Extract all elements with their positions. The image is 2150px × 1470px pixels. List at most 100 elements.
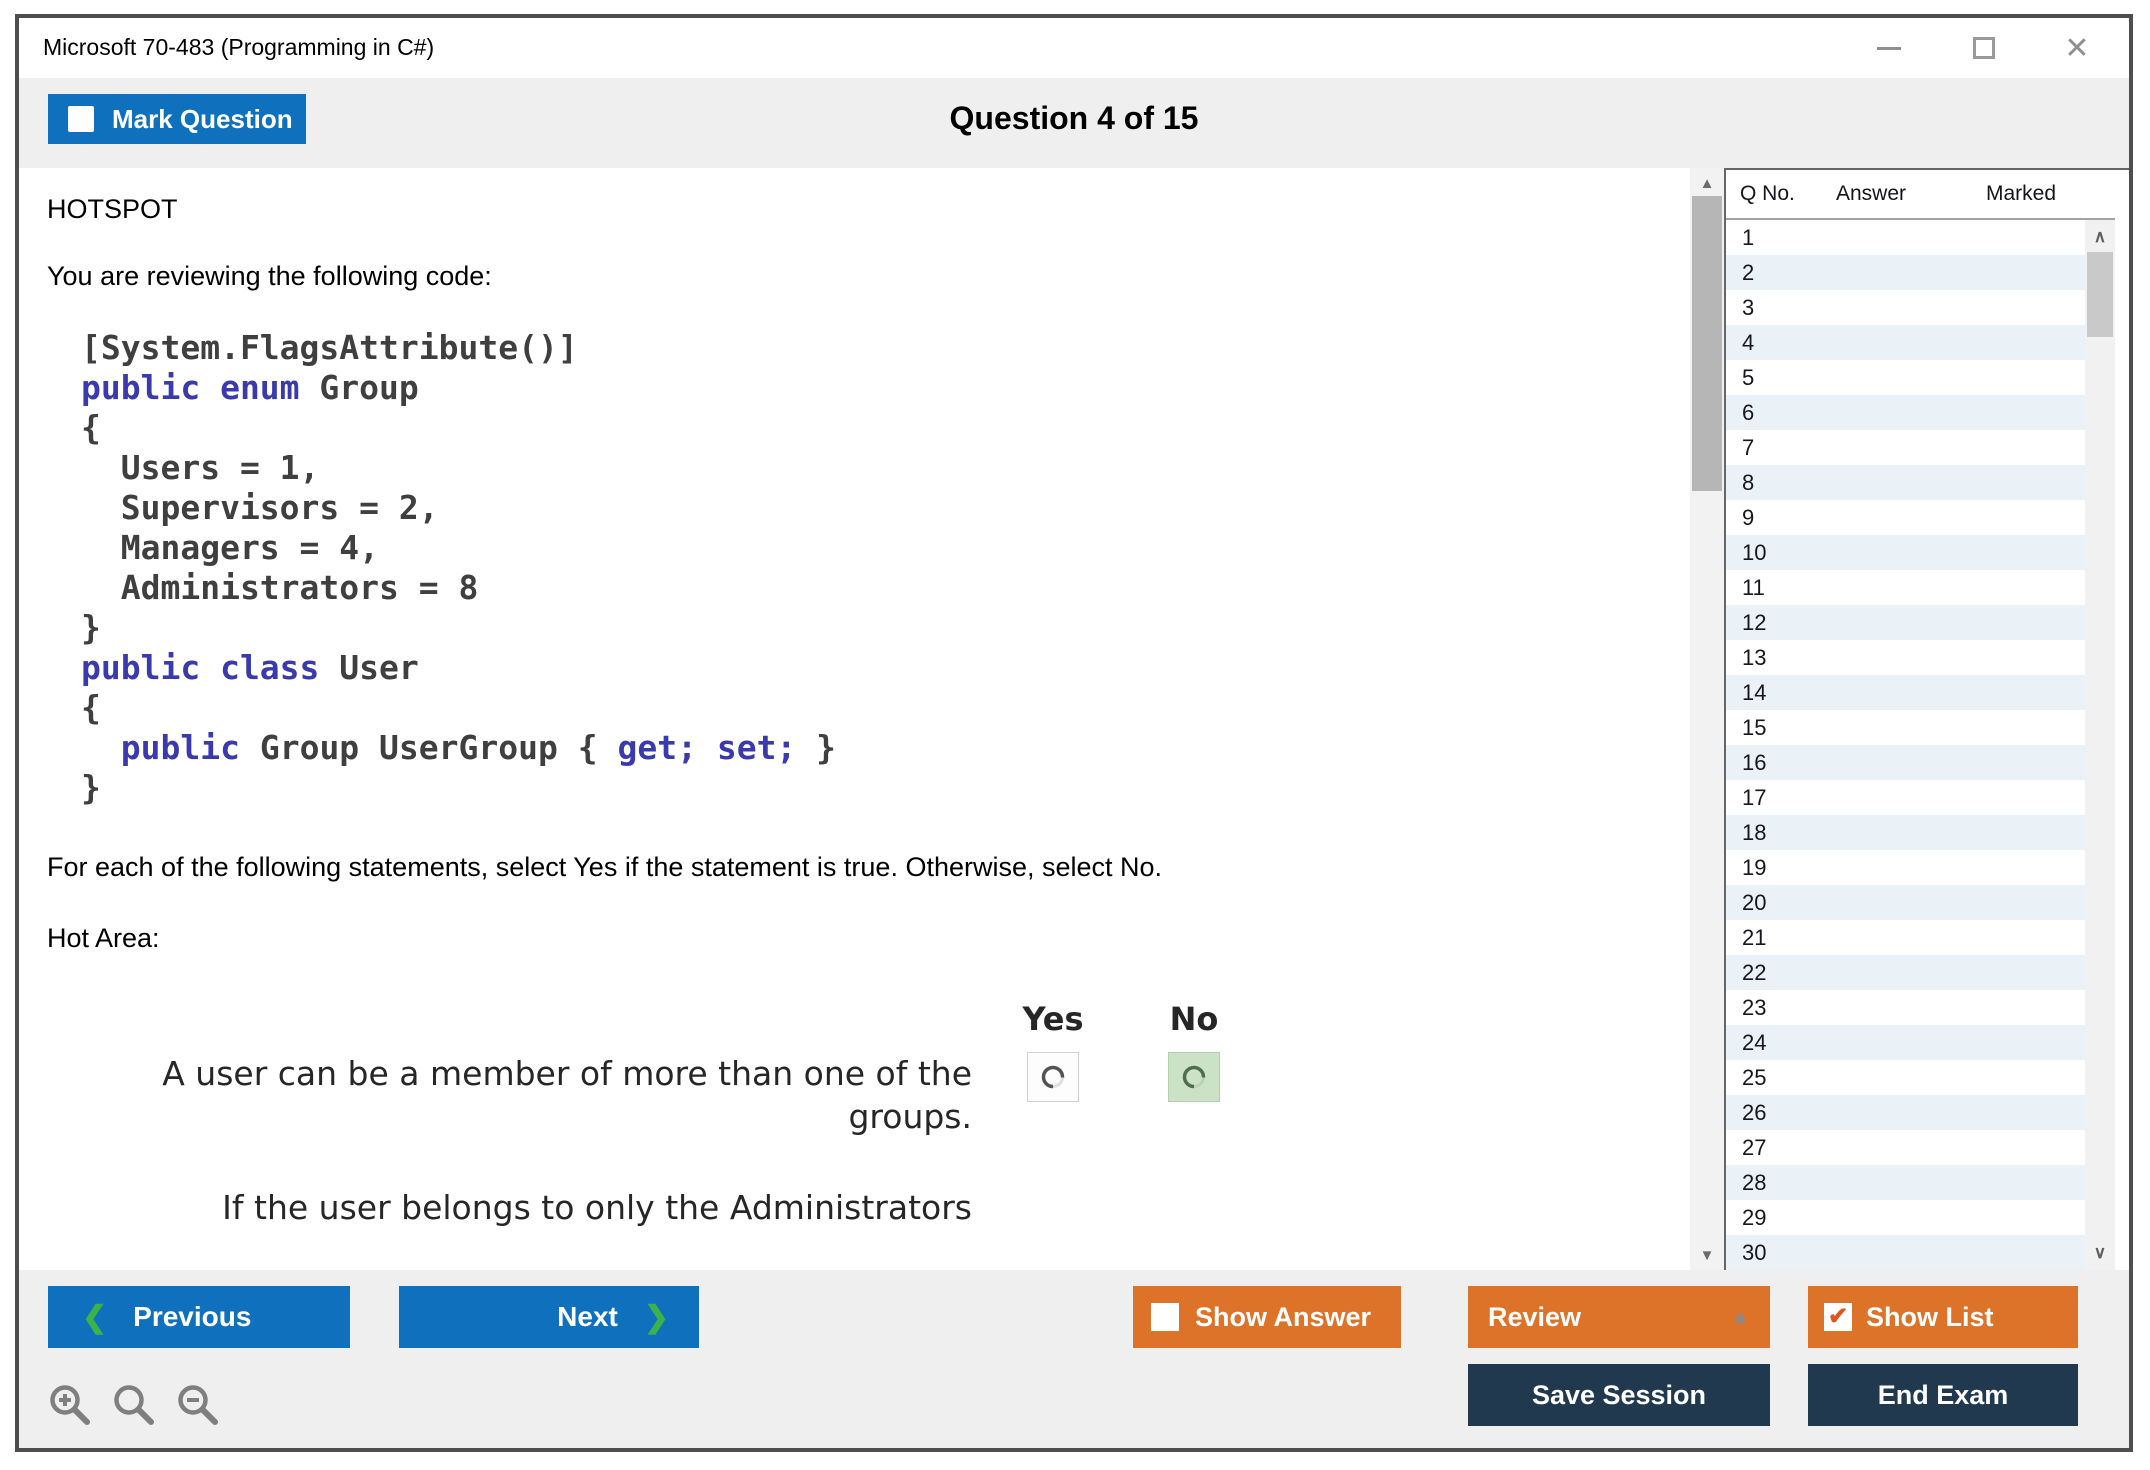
minimize-button[interactable]: [1859, 18, 1919, 78]
question-number: 1: [1726, 225, 1836, 251]
question-number: 19: [1726, 855, 1836, 881]
question-number: 25: [1726, 1065, 1836, 1091]
main-scrollbar[interactable]: ▲ ▼: [1690, 168, 1724, 1270]
hot-area-statement-2: If the user belongs to only the Administ…: [47, 1188, 982, 1227]
question-row[interactable]: 26: [1726, 1095, 2085, 1130]
column-header-answer: Answer: [1836, 182, 1986, 206]
question-number: 21: [1726, 925, 1836, 951]
question-rows: 1234567891011121314151617181920212223242…: [1726, 220, 2085, 1270]
no-radio[interactable]: [1168, 1052, 1220, 1102]
question-row[interactable]: 15: [1726, 710, 2085, 745]
zoom-toolbar: [47, 1382, 223, 1430]
next-label: Next: [557, 1301, 618, 1333]
hot-area-label: Hot Area:: [47, 923, 1690, 954]
question-row[interactable]: 4: [1726, 325, 2085, 360]
question-row[interactable]: 13: [1726, 640, 2085, 675]
show-list-button[interactable]: ✔ Show List: [1808, 1286, 2078, 1348]
question-row[interactable]: 27: [1726, 1130, 2085, 1165]
question-number: 10: [1726, 540, 1836, 566]
question-number: 24: [1726, 1030, 1836, 1056]
question-number: 23: [1726, 995, 1836, 1021]
chevron-right-icon: ❯: [644, 1300, 669, 1335]
mark-question-button[interactable]: Mark Question: [48, 94, 306, 144]
show-answer-label: Show Answer: [1195, 1302, 1371, 1333]
question-row[interactable]: 14: [1726, 675, 2085, 710]
code-line: }: [81, 608, 1690, 648]
end-exam-button[interactable]: End Exam: [1808, 1364, 2078, 1426]
question-row[interactable]: 10: [1726, 535, 2085, 570]
footer-bar: ❮ Previous Next ❯ Show Answer Review ▲ ✔…: [19, 1270, 2129, 1448]
column-header-marked: Marked: [1986, 182, 2115, 206]
maximize-button[interactable]: [1954, 18, 2014, 78]
close-button[interactable]: ✕: [2047, 18, 2107, 78]
question-number: 3: [1726, 295, 1836, 321]
question-row[interactable]: 21: [1726, 920, 2085, 955]
main-scrollbar-thumb[interactable]: [1692, 196, 1722, 491]
review-label: Review: [1488, 1302, 1581, 1333]
show-list-checkbox-icon[interactable]: ✔: [1824, 1303, 1852, 1331]
question-row[interactable]: 1: [1726, 220, 2085, 255]
question-row[interactable]: 7: [1726, 430, 2085, 465]
question-number: 26: [1726, 1100, 1836, 1126]
question-number: 27: [1726, 1135, 1836, 1161]
next-button[interactable]: Next ❯: [399, 1286, 699, 1348]
close-icon: ✕: [2064, 31, 2089, 66]
zoom-reset-icon[interactable]: [111, 1382, 159, 1430]
zoom-in-icon[interactable]: [47, 1382, 95, 1430]
minimize-icon: [1877, 47, 1901, 50]
question-row[interactable]: 22: [1726, 955, 2085, 990]
question-row[interactable]: 18: [1726, 815, 2085, 850]
question-row[interactable]: 29: [1726, 1200, 2085, 1235]
question-row[interactable]: 24: [1726, 1025, 2085, 1060]
question-row[interactable]: 12: [1726, 605, 2085, 640]
question-number: 22: [1726, 960, 1836, 986]
code-line: {: [81, 688, 1690, 728]
question-pane: HOTSPOT You are reviewing the following …: [19, 168, 1690, 1270]
hot-area: Yes No A user can be a member of more th…: [47, 1000, 1690, 1138]
question-number: 14: [1726, 680, 1836, 706]
question-row[interactable]: 16: [1726, 745, 2085, 780]
question-list-scrollbar[interactable]: ∧ ∨: [2085, 220, 2115, 1270]
question-row[interactable]: 19: [1726, 850, 2085, 885]
question-row[interactable]: 17: [1726, 780, 2085, 815]
question-row[interactable]: 28: [1726, 1165, 2085, 1200]
question-row[interactable]: 5: [1726, 360, 2085, 395]
code-line: [System.FlagsAttribute()]: [81, 328, 1690, 368]
question-row[interactable]: 11: [1726, 570, 2085, 605]
scroll-up-icon[interactable]: ▲: [1690, 170, 1724, 196]
question-row[interactable]: 25: [1726, 1060, 2085, 1095]
question-row[interactable]: 2: [1726, 255, 2085, 290]
code-line: Administrators = 8: [81, 568, 1690, 608]
question-number: 16: [1726, 750, 1836, 776]
list-scroll-down-icon[interactable]: ∨: [2085, 1240, 2115, 1266]
code-line: Users = 1,: [81, 448, 1690, 488]
review-button[interactable]: Review ▲: [1468, 1286, 1770, 1348]
code-line: {: [81, 408, 1690, 448]
zoom-out-icon[interactable]: [175, 1382, 223, 1430]
question-list-scrollbar-thumb[interactable]: [2087, 252, 2113, 337]
question-row[interactable]: 9: [1726, 500, 2085, 535]
header-bar: Mark Question Question 4 of 15: [19, 78, 2129, 168]
caret-up-icon: ▲: [1730, 1306, 1750, 1329]
question-number: 20: [1726, 890, 1836, 916]
question-row[interactable]: 6: [1726, 395, 2085, 430]
list-scroll-up-icon[interactable]: ∧: [2085, 224, 2115, 250]
scroll-down-icon[interactable]: ▼: [1690, 1242, 1724, 1268]
previous-button[interactable]: ❮ Previous: [48, 1286, 350, 1348]
question-row[interactable]: 23: [1726, 990, 2085, 1025]
question-row[interactable]: 3: [1726, 290, 2085, 325]
show-answer-checkbox-icon[interactable]: [1151, 1303, 1179, 1331]
code-line: public class User: [81, 648, 1690, 688]
show-answer-button[interactable]: Show Answer: [1133, 1286, 1401, 1348]
app-window: Microsoft 70-483 (Programming in C#) ✕ M…: [15, 14, 2133, 1452]
save-session-button[interactable]: Save Session: [1468, 1364, 1770, 1426]
question-number: 12: [1726, 610, 1836, 636]
question-number: 30: [1726, 1240, 1836, 1266]
question-row[interactable]: 30: [1726, 1235, 2085, 1270]
question-row[interactable]: 20: [1726, 885, 2085, 920]
code-line: }: [81, 768, 1690, 808]
mark-question-checkbox-icon[interactable]: [68, 106, 94, 132]
question-row[interactable]: 8: [1726, 465, 2085, 500]
yes-radio[interactable]: [1027, 1052, 1079, 1102]
yes-column-header: Yes: [982, 1000, 1124, 1052]
